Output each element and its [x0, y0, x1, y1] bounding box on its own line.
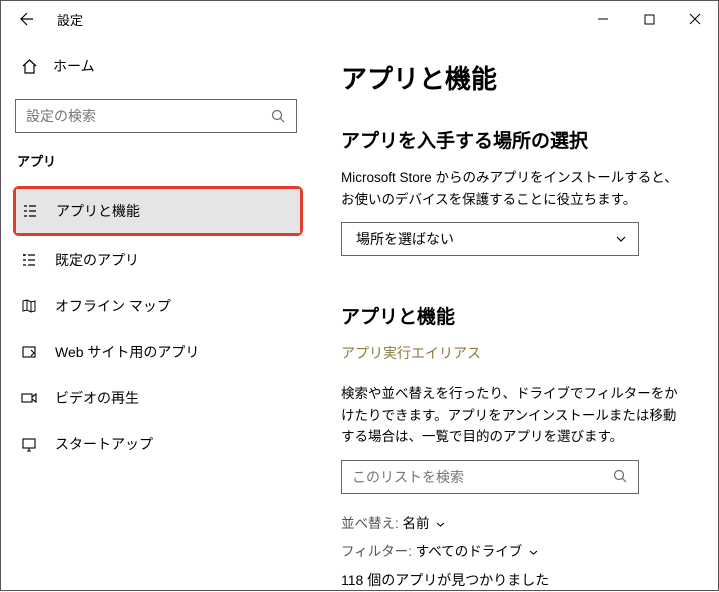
dropdown-value: 場所を選ばない	[356, 229, 614, 249]
sort-row: 並べ替え: 名前	[341, 512, 688, 532]
section-heading-source: アプリを入手する場所の選択	[341, 126, 688, 153]
close-icon	[689, 13, 701, 25]
nav-item-label: Web サイト用のアプリ	[55, 342, 199, 362]
settings-search[interactable]	[15, 99, 297, 133]
main-content: アプリと機能 アプリを入手する場所の選択 Microsoft Store からの…	[331, 37, 718, 592]
nav-startup[interactable]: スタートアップ	[15, 422, 331, 466]
sort-dropdown[interactable]: 名前	[403, 516, 447, 531]
search-icon	[271, 109, 286, 124]
nav-item-label: アプリと機能	[56, 201, 140, 221]
back-arrow-icon	[19, 11, 35, 27]
nav-default-apps[interactable]: 既定のアプリ	[15, 238, 331, 282]
sort-label: 並べ替え:	[341, 516, 399, 531]
close-button[interactable]	[672, 1, 718, 37]
section-title: アプリ	[15, 151, 331, 170]
section-heading-apps: アプリと機能	[341, 302, 688, 329]
nav-item-label: スタートアップ	[55, 434, 153, 454]
titlebar: 設定	[1, 1, 718, 37]
nav-video-playback[interactable]: ビデオの再生	[15, 376, 331, 420]
nav-item-label: オフライン マップ	[55, 296, 171, 316]
home-label: ホーム	[53, 56, 95, 76]
nav-item-label: 既定のアプリ	[55, 250, 139, 270]
nav-website-apps[interactable]: Web サイト用のアプリ	[15, 330, 331, 374]
section-desc-source: Microsoft Store からのみアプリをインストールすると、お使いのデバ…	[341, 167, 688, 210]
maximize-icon	[644, 14, 655, 25]
nav-offline-maps[interactable]: オフライン マップ	[15, 284, 331, 328]
nav-item-label: ビデオの再生	[55, 388, 139, 408]
chevron-down-icon	[528, 547, 539, 558]
home-icon	[19, 58, 39, 75]
app-list-search[interactable]	[341, 460, 639, 494]
filter-label: フィルター:	[341, 544, 412, 559]
app-count: 118 個のアプリが見つかりました	[341, 570, 688, 590]
highlight-annotation: アプリと機能	[13, 186, 303, 236]
app-list-search-input[interactable]	[352, 469, 613, 485]
window-title: 設定	[57, 10, 83, 29]
map-icon	[19, 298, 39, 314]
startup-icon	[19, 436, 39, 452]
filter-row: フィルター: すべてのドライブ	[341, 540, 688, 560]
home-link[interactable]: ホーム	[15, 47, 331, 85]
settings-search-input[interactable]	[26, 108, 271, 124]
app-execution-alias-link[interactable]: アプリ実行エイリアス	[341, 343, 688, 363]
sidebar: ホーム アプリ アプリと機能 既定のアプリ オフライン	[1, 37, 331, 592]
maximize-button[interactable]	[626, 1, 672, 37]
page-title: アプリと機能	[341, 59, 688, 96]
chevron-down-icon	[435, 519, 446, 530]
website-apps-icon	[19, 344, 39, 360]
nav-apps-and-features[interactable]: アプリと機能	[16, 189, 300, 233]
back-button[interactable]	[11, 3, 43, 35]
minimize-icon	[597, 13, 609, 25]
apps-features-icon	[20, 203, 40, 219]
chevron-down-icon	[614, 232, 628, 246]
filter-dropdown[interactable]: すべてのドライブ	[416, 544, 539, 559]
default-apps-icon	[19, 252, 39, 268]
video-icon	[19, 390, 39, 406]
minimize-button[interactable]	[580, 1, 626, 37]
section-desc-apps: 検索や並べ替えを行ったり、ドライブでフィルターをかけたりできます。アプリをアンイ…	[341, 383, 688, 448]
search-icon	[613, 469, 628, 484]
install-source-dropdown[interactable]: 場所を選ばない	[341, 222, 639, 256]
